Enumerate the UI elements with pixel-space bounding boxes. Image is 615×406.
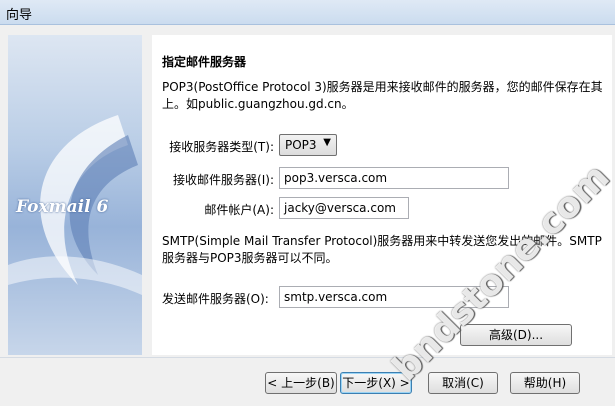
foxmail-logo: Foxmail 6 (16, 197, 109, 217)
swoosh-graphic (8, 115, 142, 295)
window-title: 向导 (6, 8, 33, 23)
cancel-button[interactable]: 取消(C) (428, 372, 498, 394)
server-type-select[interactable]: POP3 ▼ (279, 134, 337, 156)
back-button[interactable]: < 上一步(B) (265, 372, 337, 394)
incoming-server-label: 接收邮件服务器(I): (173, 173, 274, 187)
foxmail-banner: Foxmail 6 (8, 35, 142, 355)
dropdown-arrow-icon: ▼ (323, 137, 331, 148)
smtp-description: SMTP(Simple Mail Transfer Protocol)服务器用来… (162, 234, 602, 265)
form-panel: 指定邮件服务器 POP3(PostOffice Protocol 3)服务器是用… (152, 35, 612, 355)
incoming-server-input[interactable]: pop3.versca.com (279, 167, 509, 189)
server-type-label: 接收服务器类型(T): (169, 140, 274, 154)
account-label: 邮件帐户(A): (204, 203, 274, 217)
help-button[interactable]: 帮助(H) (510, 372, 580, 394)
account-input[interactable]: jacky@versca.com (279, 197, 409, 219)
server-type-value: POP3 (285, 138, 317, 152)
outgoing-server-input[interactable]: smtp.versca.com (279, 286, 509, 308)
title-bar: 向导 (0, 0, 615, 25)
outgoing-server-label: 发送邮件服务器(O): (162, 292, 269, 306)
advanced-button[interactable]: 高级(D)... (460, 324, 572, 346)
wizard-client-area: Foxmail 6 指定邮件服务器 POP3(PostOffice Protoc… (0, 25, 615, 406)
next-button[interactable]: 下一步(X) > (340, 372, 412, 394)
button-divider (0, 357, 615, 358)
pop3-description: POP3(PostOffice Protocol 3)服务器是用来接收邮件的服务… (162, 80, 603, 111)
page-heading: 指定邮件服务器 (162, 55, 247, 69)
